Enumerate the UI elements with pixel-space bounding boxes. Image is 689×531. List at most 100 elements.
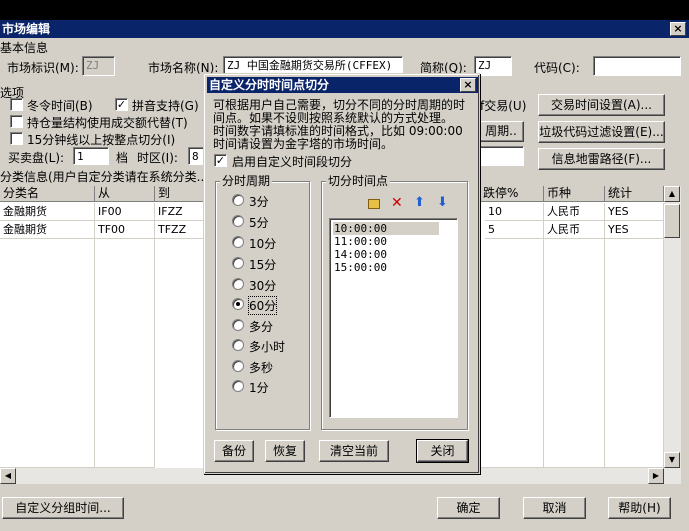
scroll-right-arrow-icon[interactable]: ▶ [648, 468, 664, 484]
list-item[interactable]: 11:00:00 [333, 235, 387, 248]
table-row-cell[interactable]: IF00 [95, 203, 155, 221]
scroll-thumb[interactable] [664, 204, 680, 238]
table-row-cell[interactable]: 金融期货 [0, 221, 95, 239]
info-mine-path-button[interactable]: 信息地雷路径(F)... [538, 148, 665, 170]
delete-icon[interactable]: ✕ [391, 195, 403, 211]
period-radio-label: 30分 [249, 279, 277, 293]
period-group-title: 分时周期 [220, 174, 273, 188]
enable-custom-split-checkbox[interactable]: ✓ [214, 154, 227, 167]
bid-ask-label: 买卖盘(L): [8, 151, 65, 165]
dialog-title-bar[interactable]: 自定义分时时间点切分 [207, 77, 478, 93]
period-radio-label: 多分 [249, 320, 274, 334]
window-title-bar[interactable]: 市场编辑 [0, 20, 689, 38]
help-button[interactable]: 帮助(H) [608, 497, 671, 519]
table-row-cell[interactable]: 人民币 [544, 203, 605, 221]
bid-ask-field[interactable]: 1 [73, 147, 109, 165]
ok-button[interactable]: 确定 [437, 497, 500, 519]
market-id-label: 市场标识(M): [7, 61, 79, 75]
scroll-down-arrow-icon[interactable]: ▼ [664, 452, 680, 468]
pinyin-label: 拼音支持(G) [132, 99, 199, 113]
enable-custom-split-label: 启用自定义时间段切分 [232, 155, 353, 169]
period-radio-label: 多秒 [249, 361, 274, 375]
table-empty-area [544, 239, 605, 468]
table-row-cell[interactable]: TF00 [95, 221, 155, 239]
period-radio[interactable] [232, 380, 244, 392]
code-field[interactable] [593, 56, 681, 76]
move-down-icon[interactable]: ⬇ [437, 195, 448, 210]
oi-label: 持仓量结构使用成交额代替(T) [27, 116, 188, 130]
folder-icon[interactable] [368, 199, 380, 209]
code-label: 代码(C): [534, 61, 580, 75]
list-item[interactable]: 15:00:00 [333, 261, 387, 274]
table-row-cell[interactable]: YES [605, 203, 664, 221]
list-item[interactable]: 10:00:00 [333, 222, 439, 235]
restore-button[interactable]: 恢复 [265, 440, 305, 462]
list-item[interactable]: 14:00:00 [333, 248, 387, 261]
timezone-field[interactable]: 8 [188, 147, 204, 165]
clear-current-button[interactable]: 清空当前 [319, 440, 389, 462]
table-empty-area [605, 239, 664, 468]
cut-time-group-title: 切分时间点 [326, 174, 391, 188]
period-radio-label: 多小时 [249, 340, 286, 354]
dialog-desc-line: 时间请设置为金字塔的市场时间。 [213, 137, 394, 151]
table-empty-area [0, 239, 95, 468]
table-empty-area [480, 239, 544, 468]
winter-time-label: 冬令时间(B) [27, 99, 93, 113]
period-radio-label: 5分 [249, 216, 269, 230]
dialog-title: 自定义分时时间点切分 [209, 78, 330, 92]
window-title: 市场编辑 [2, 22, 51, 36]
col-header-stat[interactable]: 统计 [605, 186, 664, 202]
dialog-close-button[interactable]: 关闭 [416, 439, 469, 463]
period-radio-label: 15分 [249, 258, 277, 272]
table-row-cell[interactable]: 10 [485, 203, 544, 221]
basic-group-title: 基本信息 [0, 41, 49, 55]
winter-time-checkbox[interactable] [10, 98, 23, 111]
period-radio-label: 3分 [249, 195, 269, 209]
trade-time-setting-button[interactable]: 交易时间设置(A)... [538, 94, 665, 116]
table-row-cell[interactable]: 金融期货 [0, 203, 95, 221]
table-row-cell[interactable]: YES [605, 221, 664, 239]
trade-option-label: f交易(U) [480, 99, 527, 113]
custom-group-time-button[interactable]: 自定义分组时间... [2, 497, 124, 519]
period-radio[interactable] [232, 319, 244, 331]
cut-time-list[interactable]: 10:00:00 11:00:00 14:00:00 15:00:00 [329, 218, 458, 418]
market-id-field[interactable]: ZJ [82, 56, 115, 76]
market-edit-window: 市场编辑 × 基本信息 市场标识(M): ZJ 市场名称(N): ZJ 中国金融… [0, 0, 689, 531]
period-radio[interactable] [232, 194, 244, 206]
split-15min-label: 15分钟线以上按整点切分(I) [27, 133, 176, 147]
backup-button[interactable]: 备份 [214, 440, 254, 462]
period-radio-selected[interactable] [232, 298, 244, 310]
timezone-label: 时区(I): [137, 151, 178, 165]
move-up-icon[interactable]: ⬆ [414, 195, 425, 210]
custom-time-split-dialog: 自定义分时时间点切分 × 可根据用户自己需要，切分不同的分时周期的时 间点。如果… [203, 73, 480, 474]
period-radio-label: 10分 [249, 237, 277, 251]
dialog-close-icon[interactable]: × [460, 78, 476, 92]
period-button[interactable]: 周期.. [478, 121, 524, 142]
col-header-currency[interactable]: 币种 [544, 186, 605, 202]
period-radio[interactable] [232, 278, 244, 290]
aux-field[interactable] [478, 146, 524, 166]
period-radio[interactable] [232, 236, 244, 248]
table-row-cell[interactable]: 5 [485, 221, 544, 239]
col-header-limit[interactable]: 跌停% [480, 186, 544, 202]
split-15min-checkbox[interactable] [10, 132, 23, 145]
period-radio[interactable] [232, 360, 244, 372]
col-header-from[interactable]: 从 [95, 186, 155, 202]
level-label: 档 [116, 151, 129, 165]
period-radio[interactable] [232, 215, 244, 227]
category-title: 分类信息(用户自定分类请在系统分类... [0, 170, 209, 184]
scroll-left-arrow-icon[interactable]: ◀ [0, 468, 16, 484]
period-radio[interactable] [232, 339, 244, 351]
table-empty-area [95, 239, 155, 468]
pinyin-checkbox[interactable]: ✓ [115, 98, 128, 111]
window-close-icon[interactable]: × [670, 22, 686, 36]
period-radio-label: 1分 [249, 381, 269, 395]
period-radio[interactable] [232, 257, 244, 269]
col-header-name[interactable]: 分类名 [0, 186, 95, 202]
oi-checkbox[interactable] [10, 115, 23, 128]
cancel-button[interactable]: 取消 [523, 497, 586, 519]
scroll-up-arrow-icon[interactable]: ▲ [664, 186, 680, 202]
junk-code-filter-button[interactable]: 垃圾代码过滤设置(E)... [538, 121, 665, 143]
table-row-cell[interactable]: 人民币 [544, 221, 605, 239]
period-radio-label: 60分 [247, 296, 278, 315]
